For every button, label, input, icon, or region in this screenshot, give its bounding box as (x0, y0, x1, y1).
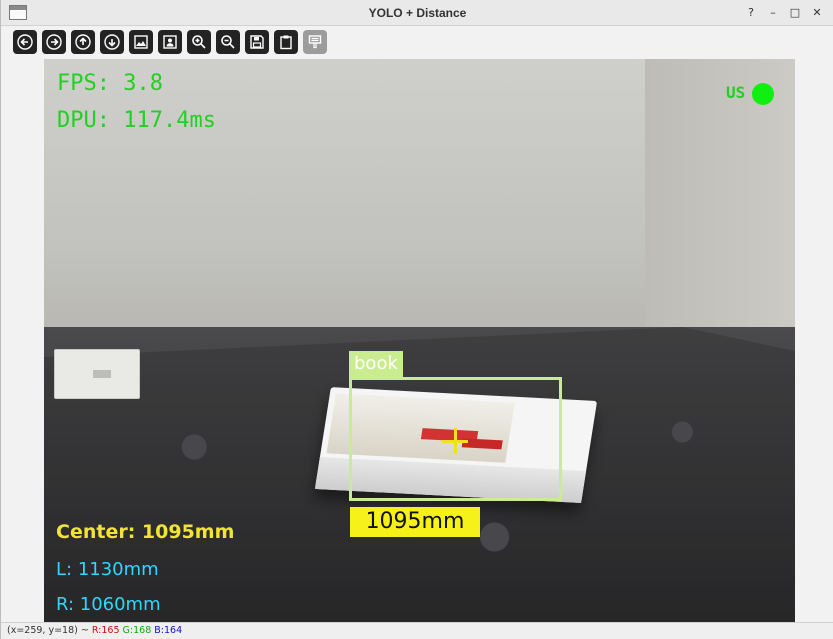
dpu-latency-readout: DPU: 117.4ms (57, 108, 216, 133)
floppy-icon (250, 35, 264, 49)
camera-frame[interactable]: FPS: 3.8 DPU: 117.4ms US book 1095mm Cen… (44, 59, 795, 622)
close-button[interactable]: ✕ (810, 6, 824, 20)
window-title: YOLO + Distance (368, 6, 467, 20)
toolbar (13, 30, 327, 54)
copy-button[interactable] (274, 30, 298, 54)
zoom-in-button[interactable] (187, 30, 211, 54)
arrow-left-icon (17, 34, 33, 50)
save-button[interactable] (245, 30, 269, 54)
right-distance-readout: R: 1060mm (56, 594, 161, 615)
zoom-out-button[interactable] (216, 30, 240, 54)
pan-up-button[interactable] (71, 30, 95, 54)
image-viewer-window: YOLO + Distance ? – □ ✕ FPS: 3.8 DPU: 11… (0, 0, 833, 639)
maximize-button[interactable]: □ (788, 6, 802, 20)
arrow-up-icon (75, 34, 91, 50)
center-crosshair-vertical (454, 428, 457, 454)
zoom-original-button[interactable] (158, 30, 182, 54)
properties-button[interactable] (303, 30, 327, 54)
pan-left-button[interactable] (13, 30, 37, 54)
detection-class-label: book (349, 351, 403, 377)
ultrasonic-label: US (726, 83, 746, 102)
arrow-right-icon (46, 34, 62, 50)
distance-badge: 1095mm (350, 507, 480, 537)
status-bar: (x=259, y=18) ~ R:165 G:168 B:164 (1, 622, 833, 639)
left-distance-readout: L: 1130mm (56, 559, 159, 580)
zoom-in-icon (192, 35, 206, 49)
pixel-red-value: R:165 (91, 625, 120, 636)
image-icon (134, 35, 148, 49)
minimize-button[interactable]: – (766, 6, 780, 20)
ultrasonic-status-dot (752, 83, 774, 105)
pixel-blue-value: B:164 (154, 625, 183, 636)
pixel-green-value: G:168 (122, 625, 152, 636)
center-distance-readout: Center: 1095mm (56, 521, 235, 543)
clipboard-icon (280, 35, 292, 50)
pan-down-button[interactable] (100, 30, 124, 54)
zoom-fit-button[interactable] (129, 30, 153, 54)
titlebar: YOLO + Distance ? – □ ✕ (1, 0, 833, 26)
arrow-down-icon (104, 34, 120, 50)
detection-overlay: FPS: 3.8 DPU: 117.4ms US book 1095mm Cen… (44, 59, 795, 622)
cursor-coordinates: (x=259, y=18) ~ (7, 625, 89, 636)
properties-icon (308, 35, 322, 49)
fps-readout: FPS: 3.8 (57, 71, 163, 96)
help-button[interactable]: ? (744, 6, 758, 20)
pan-right-button[interactable] (42, 30, 66, 54)
window-controls: ? – □ ✕ (744, 0, 824, 26)
zoom-out-icon (221, 35, 235, 49)
image-person-icon (163, 35, 177, 49)
